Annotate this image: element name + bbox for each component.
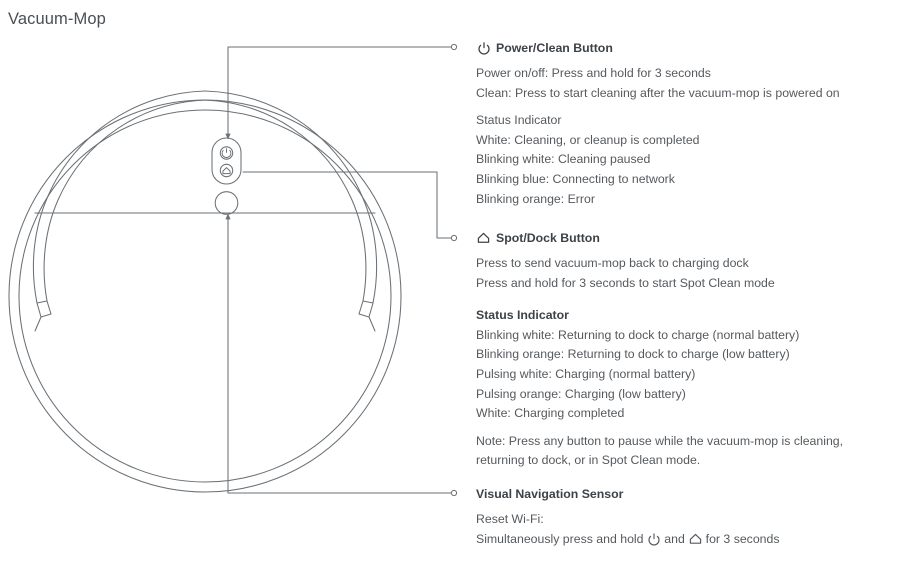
callout-power-clean-status-line-4: Blinking orange: Error bbox=[476, 191, 595, 206]
power-icon bbox=[647, 532, 661, 546]
callout-power-clean-status-label: Status Indicator bbox=[476, 113, 562, 128]
vacuum-mop-diagram-page: Vacuum-Mop Power/Clean Button Power on/o… bbox=[0, 0, 907, 561]
callout-power-clean-line-2: Clean: Press to start cleaning after the… bbox=[476, 85, 840, 100]
leader-line-power bbox=[227, 46, 452, 138]
callout-spot-dock: Spot/Dock Button Press to send vacuum-mo… bbox=[476, 230, 907, 471]
leader-dot-power bbox=[450, 43, 458, 51]
callout-spot-dock-status-label: Status Indicator bbox=[476, 308, 569, 323]
callout-power-clean-line-1: Power on/off: Press and hold for 3 secon… bbox=[476, 66, 711, 80]
callout-spot-dock-line-1: Press to send vacuum-mop back to chargin… bbox=[476, 256, 749, 270]
callout-spot-dock-status-line-3: Pulsing white: Charging (normal battery) bbox=[476, 366, 696, 381]
reset-wifi-prefix: Simultaneously press and hold bbox=[476, 531, 647, 546]
bumper-joint-right bbox=[368, 316, 376, 332]
callout-spot-dock-line-2: Press and hold for 3 seconds to start Sp… bbox=[476, 275, 775, 290]
callout-power-clean: Power/Clean Button Power on/off: Press a… bbox=[476, 40, 907, 209]
power-icon bbox=[476, 41, 491, 56]
callout-spot-dock-note: Note: Press any button to pause while th… bbox=[476, 433, 844, 468]
bumper-joint-left bbox=[34, 316, 42, 332]
power-icon-on-button bbox=[221, 148, 232, 159]
callout-spot-dock-heading: Spot/Dock Button bbox=[476, 230, 907, 246]
home-icon bbox=[688, 532, 702, 546]
callout-spot-dock-status-line-4: Pulsing orange: Charging (low battery) bbox=[476, 386, 686, 401]
callout-reset-wifi-label: Reset Wi-Fi: bbox=[476, 512, 544, 526]
callout-spot-dock-status-line-1: Blinking white: Returning to dock to cha… bbox=[476, 327, 800, 342]
callout-power-clean-status-line-3: Blinking blue: Connecting to network bbox=[476, 171, 675, 186]
callout-spot-dock-heading-text: Spot/Dock Button bbox=[496, 231, 600, 245]
leader-dot-sensor bbox=[450, 489, 458, 497]
callout-reset-wifi-instruction: Simultaneously press and hold and for 3 … bbox=[476, 530, 907, 550]
home-icon bbox=[476, 231, 491, 246]
callout-power-clean-status-line-1: White: Cleaning, or cleanup is completed bbox=[476, 132, 700, 147]
callout-visual-navigation-sensor-heading-text: Visual Navigation Sensor bbox=[476, 487, 624, 501]
callout-spot-dock-status-line-2: Blinking orange: Returning to dock to ch… bbox=[476, 347, 790, 362]
outer-bumper-left-inner-arc bbox=[43, 99, 208, 302]
callout-text-column: Power/Clean Button Power on/off: Press a… bbox=[476, 0, 907, 561]
robot-vacuum-diagram bbox=[8, 43, 458, 497]
outer-bumper-right-inner-arc bbox=[202, 99, 367, 302]
leader-line-dock bbox=[242, 171, 452, 239]
outer-bumper-left-endcap bbox=[36, 300, 52, 318]
outer-bumper-right-endcap bbox=[358, 300, 374, 318]
visual-navigation-sensor bbox=[214, 191, 239, 215]
inner-body-circle bbox=[18, 109, 392, 483]
callout-power-clean-heading-text: Power/Clean Button bbox=[496, 41, 613, 55]
leader-line-sensor bbox=[227, 215, 452, 494]
callout-power-clean-status-line-2: Blinking white: Cleaning paused bbox=[476, 152, 651, 167]
reset-wifi-suffix: for 3 seconds bbox=[702, 531, 780, 546]
callout-power-clean-heading: Power/Clean Button bbox=[476, 40, 907, 56]
main-body-circle bbox=[8, 99, 402, 493]
leader-dot-dock bbox=[450, 234, 458, 242]
home-icon-on-button bbox=[222, 167, 231, 175]
callout-spot-dock-status-line-5: White: Charging completed bbox=[476, 406, 625, 421]
spot-dock-button bbox=[219, 163, 234, 178]
reset-wifi-mid: and bbox=[660, 531, 689, 546]
callout-visual-navigation-sensor: Visual Navigation Sensor Reset Wi-Fi: Si… bbox=[476, 486, 907, 549]
callout-visual-navigation-sensor-heading: Visual Navigation Sensor bbox=[476, 486, 907, 502]
